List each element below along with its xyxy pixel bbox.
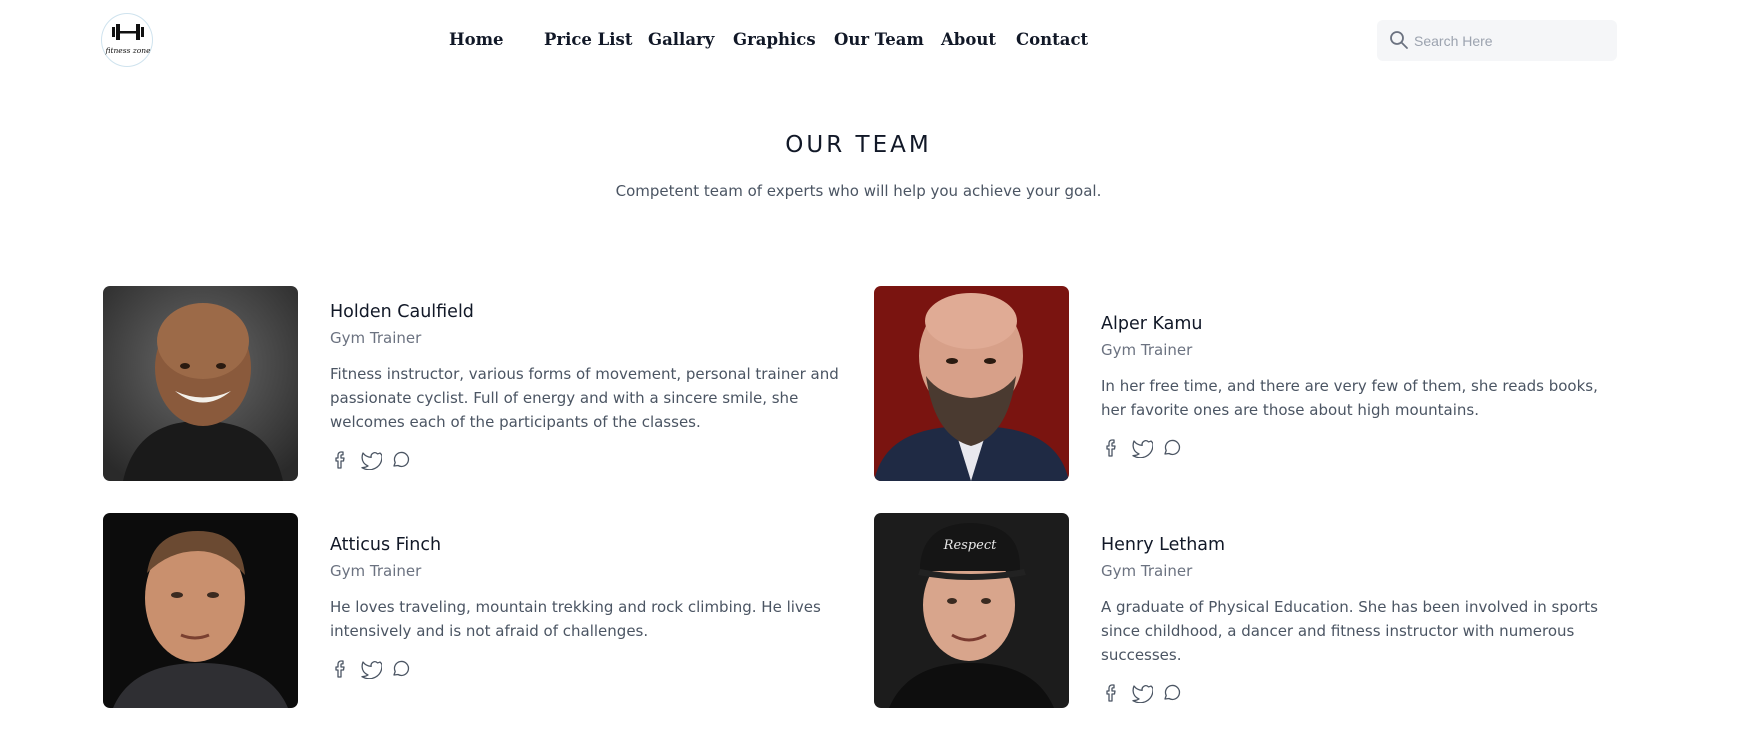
- site-header: fitness zone Home Price List Gallary Gra…: [0, 0, 1747, 82]
- logo[interactable]: fitness zone: [101, 13, 153, 67]
- member-name: Henry Letham: [1101, 535, 1226, 555]
- bearded-man-in-suit-photo: [874, 286, 1069, 481]
- twitter-icon[interactable]: [360, 448, 383, 471]
- nav-contact[interactable]: Contact: [1016, 28, 1088, 52]
- team-info: Atticus Finch Gym Trainer He loves trave…: [330, 533, 850, 681]
- member-bio: He loves traveling, mountain trekking an…: [330, 598, 821, 640]
- section-title: OUR TEAM: [785, 132, 932, 158]
- svg-text:Respect: Respect: [943, 538, 997, 553]
- nav-gallary[interactable]: Gallary: [648, 28, 714, 52]
- chat-icon[interactable]: [1161, 681, 1183, 703]
- social-links: [330, 657, 850, 681]
- chat-icon[interactable]: [1161, 436, 1183, 458]
- logo-text: fitness zone: [105, 46, 151, 55]
- member-bio: In her free time, and there are very few…: [1101, 377, 1598, 419]
- team-card: Alper Kamu Gym Trainer In her free time,…: [874, 286, 1634, 481]
- member-bio: Fitness instructor, various forms of mov…: [330, 365, 839, 431]
- twitter-icon[interactable]: [360, 657, 383, 680]
- member-name: Atticus Finch: [330, 535, 442, 555]
- search-input[interactable]: [1414, 20, 1609, 61]
- social-links: [1101, 681, 1621, 705]
- team-info: Holden Caulfield Gym Trainer Fitness ins…: [330, 300, 850, 472]
- nav-price-list[interactable]: Price List: [544, 28, 632, 52]
- facebook-icon[interactable]: [1101, 436, 1123, 458]
- member-role: Gym Trainer: [1101, 562, 1193, 580]
- social-links: [330, 448, 850, 472]
- nav-home[interactable]: Home: [449, 28, 504, 52]
- section-subtitle: Competent team of experts who will help …: [615, 182, 1102, 200]
- team-card: Holden Caulfield Gym Trainer Fitness ins…: [103, 286, 863, 481]
- twitter-icon[interactable]: [1131, 436, 1154, 459]
- member-role: Gym Trainer: [1101, 341, 1193, 359]
- member-role: Gym Trainer: [330, 562, 422, 580]
- short-haired-man-photo: [103, 513, 298, 708]
- facebook-icon[interactable]: [330, 657, 352, 679]
- chat-icon[interactable]: [390, 448, 412, 470]
- team-info: Henry Letham Gym Trainer A graduate of P…: [1101, 533, 1621, 705]
- member-name: Alper Kamu: [1101, 314, 1203, 334]
- search-box: [1377, 20, 1617, 61]
- facebook-icon[interactable]: [1101, 681, 1123, 703]
- member-bio: A graduate of Physical Education. She ha…: [1101, 598, 1598, 664]
- member-name: Holden Caulfield: [330, 302, 474, 322]
- facebook-icon[interactable]: [330, 448, 352, 470]
- member-role: Gym Trainer: [330, 329, 422, 347]
- chat-icon[interactable]: [390, 657, 412, 679]
- social-links: [1101, 436, 1621, 460]
- nav-about[interactable]: About: [941, 28, 996, 52]
- bald-smiling-man-photo: [103, 286, 298, 481]
- team-info: Alper Kamu Gym Trainer In her free time,…: [1101, 312, 1621, 460]
- team-card: Atticus Finch Gym Trainer He loves trave…: [103, 513, 863, 708]
- dumbbell-icon: [112, 24, 144, 40]
- nav-our-team[interactable]: Our Team: [834, 28, 924, 52]
- search-icon[interactable]: [1389, 30, 1409, 50]
- team-card: Respect Henry Letham Gym Trainer A gradu…: [874, 513, 1634, 708]
- twitter-icon[interactable]: [1131, 681, 1154, 704]
- nav-graphics[interactable]: Graphics: [733, 28, 816, 52]
- man-in-cap-photo: Respect: [874, 513, 1069, 708]
